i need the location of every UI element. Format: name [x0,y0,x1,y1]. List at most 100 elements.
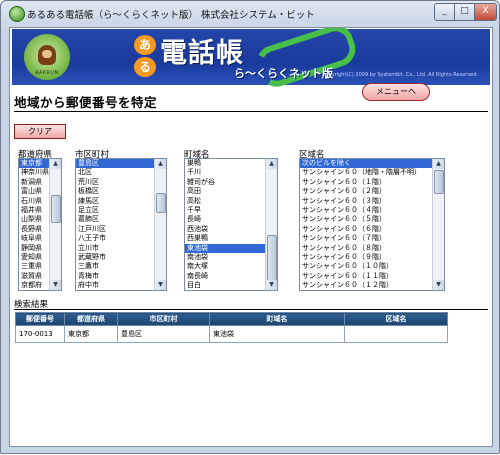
town-list-item[interactable]: 千川 [185,168,265,177]
city-list-item[interactable]: 八王子市 [76,234,154,243]
scroll-thumb[interactable] [267,235,277,281]
city-listbox[interactable]: 豊島区 北区 荒川区 板橋区 練馬区 足立区 葛飾区 江戸川区 八王子市 立川市 武蔵野市 三鷹市 青梅… [75,158,167,291]
city-list-item[interactable]: 北区 [76,168,154,177]
scroll-up-icon[interactable]: ▲ [433,159,444,169]
city-list-item[interactable]: 三鷹市 [76,262,154,271]
window-titlebar[interactable]: あるある電話帳（ら～くらくネット版） 株式会社システム・ビット _ □ X [1,1,499,27]
prefecture-list-item[interactable]: 富山県 [19,187,49,196]
clear-button[interactable]: クリア [14,124,66,139]
banner: RAKKUN あ る 電話帳 ら～くらくネット版 Copyright(C) 20… [12,28,490,92]
prefecture-list-item[interactable]: 岐阜県 [19,234,49,243]
prefecture-list-item[interactable]: 愛知県 [19,253,49,262]
prefecture-list-item[interactable]: 福井県 [19,206,49,215]
scroll-down-icon[interactable]: ▼ [266,280,277,290]
city-list-item[interactable]: 足立区 [76,206,154,215]
town-list-item[interactable]: 西池袋 [185,225,265,234]
results-header-row: 郵便番号 都道府県 市区町村 町域名 区域名 [15,312,448,326]
town-list-item[interactable]: 東池袋 [185,243,265,253]
town-list-item[interactable]: 南池袋 [185,253,265,262]
prefecture-list-item[interactable]: 新潟県 [19,178,49,187]
prefecture-listbox[interactable]: 東京都 神奈川県 新潟県 富山県 石川県 福井県 山梨県 長野県 岐阜県 静岡県 愛知県 三重県 滋賀県… [18,158,62,291]
area-list-item[interactable]: サンシャイン６０（５階） [300,215,432,224]
menu-button[interactable]: メニューへ [362,83,430,101]
mascot-logo: RAKKUN [24,34,70,80]
copyright-text: Copyright(C) 2009 by Systembit. Co., Ltd… [322,72,479,78]
area-list-item[interactable]: サンシャイン６０（２階） [300,187,432,196]
prefecture-list-item[interactable]: 長野県 [19,225,49,234]
town-list-item[interactable]: 巣鴨 [185,159,265,168]
city-list-item[interactable]: 板橋区 [76,187,154,196]
area-list-item[interactable]: サンシャイン６０（１１階） [300,272,432,281]
city-list-item[interactable]: 青梅市 [76,272,154,281]
app-icon [9,6,25,22]
area-list-item[interactable]: サンシャイン６０（１０階） [300,262,432,271]
prefecture-list-item[interactable]: 静岡県 [19,244,49,253]
scroll-thumb[interactable] [51,195,61,223]
city-list-item[interactable]: 江戸川区 [76,225,154,234]
area-list-item[interactable]: サンシャイン６０（８階） [300,244,432,253]
mascot-caption: RAKKUN [35,70,59,76]
prefecture-list-item[interactable]: 東京都 [19,159,49,169]
header-area: 区域名 [344,312,448,326]
city-list-item[interactable]: 府中市 [76,281,154,290]
results-divider [14,309,488,310]
area-list-item[interactable]: サンシャイン６０（６階） [300,225,432,234]
prefecture-list-item[interactable]: 神奈川県 [19,168,49,177]
prefecture-list-item[interactable]: 三重県 [19,262,49,271]
town-list-item[interactable]: 雑司が谷 [185,178,265,187]
town-listbox[interactable]: 巣鴨 千川 雑司が谷 高田 高松 千早 長崎 西池袋 西巣鴨 東池袋 南池袋 南大塚 南長崎 目白 ▲ ▼ [184,158,278,291]
scroll-down-icon[interactable]: ▼ [50,280,61,290]
area-list-item[interactable]: 次のビルを除く [300,159,432,169]
scroll-up-icon[interactable]: ▲ [50,159,61,169]
logo-title: 電話帳 [160,38,244,69]
scroll-up-icon[interactable]: ▲ [266,159,277,169]
area-list-item[interactable]: サンシャイン６０（１階） [300,178,432,187]
prefecture-scrollbar[interactable]: ▲ ▼ [49,159,61,290]
area-list-item[interactable]: サンシャイン６０（９階） [300,253,432,262]
scroll-down-icon[interactable]: ▼ [433,280,444,290]
city-list-item[interactable]: 武蔵野市 [76,253,154,262]
area-list-item[interactable]: サンシャイン６０（７階） [300,234,432,243]
town-list-item[interactable]: 目白 [185,281,265,290]
prefecture-list-item[interactable]: 石川県 [19,197,49,206]
close-button[interactable]: X [474,3,497,21]
prefecture-list-item[interactable]: 滋賀県 [19,272,49,281]
town-list-item[interactable]: 西巣鴨 [185,234,265,243]
town-list-item[interactable]: 高田 [185,187,265,196]
town-list-item[interactable]: 南大塚 [185,262,265,271]
prefecture-list-item[interactable]: 山梨県 [19,215,49,224]
area-scrollbar[interactable]: ▲ ▼ [432,159,444,290]
window-title: あるある電話帳（ら～くらくネット版） 株式会社システム・ビット [27,10,315,21]
area-list-item[interactable]: サンシャイン６０（地階・階層不明） [300,168,432,177]
minimize-button[interactable]: _ [434,3,455,21]
logo-char-1: あ [134,35,156,55]
cell-town: 東池袋 [209,325,345,343]
scroll-thumb[interactable] [434,170,444,194]
town-list-item[interactable]: 南長崎 [185,272,265,281]
area-list-item[interactable]: サンシャイン６０（４階） [300,206,432,215]
town-list-item[interactable]: 長崎 [185,215,265,224]
table-row[interactable]: 170-0013 東京都 豊島区 東池袋 [15,325,448,343]
town-scrollbar[interactable]: ▲ ▼ [265,159,277,290]
maximize-button[interactable]: □ [454,3,475,21]
town-list-item[interactable]: 千早 [185,206,265,215]
results-table: 郵便番号 都道府県 市区町村 町域名 区域名 170-0013 東京都 豊島区 … [15,312,448,343]
city-list-item[interactable]: 荒川区 [76,178,154,187]
area-list-item[interactable]: サンシャイン６０（３階） [300,197,432,206]
city-scrollbar[interactable]: ▲ ▼ [154,159,166,290]
scroll-up-icon[interactable]: ▲ [155,159,166,169]
area-list-item[interactable]: サンシャイン６０（１２階） [300,281,432,290]
scroll-down-icon[interactable]: ▼ [155,280,166,290]
city-list-item[interactable]: 豊島区 [76,159,154,169]
prefecture-list-item[interactable]: 京都府 [19,281,49,290]
city-list-item[interactable]: 葛飾区 [76,215,154,224]
client-area: RAKKUN あ る 電話帳 ら～くらくネット版 Copyright(C) 20… [9,27,493,447]
town-list-item[interactable]: 高松 [185,197,265,206]
cell-city: 豊島区 [117,325,210,343]
area-items: 次のビルを除く サンシャイン６０（地階・階層不明） サンシャイン６０（１階） サンシャ… [300,159,432,290]
city-list-item[interactable]: 立川市 [76,244,154,253]
city-list-item[interactable]: 練馬区 [76,197,154,206]
scroll-thumb[interactable] [156,193,166,213]
mascot-face-shape [42,50,52,58]
area-listbox[interactable]: 次のビルを除く サンシャイン６０（地階・階層不明） サンシャイン６０（１階） サンシャ… [299,158,445,291]
